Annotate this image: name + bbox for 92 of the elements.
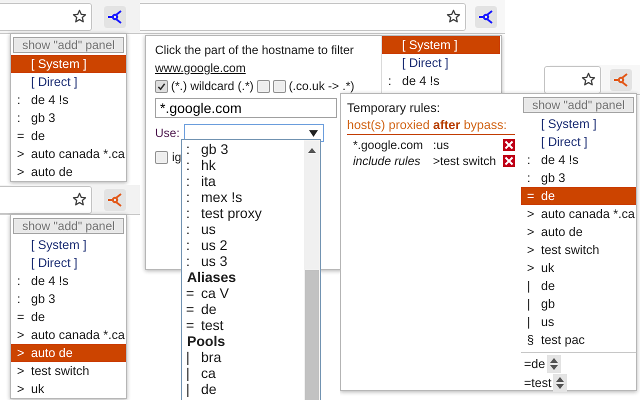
- dropdown-option[interactable]: = de: [182, 301, 304, 317]
- dropdown-option[interactable]: = test: [182, 317, 304, 333]
- alias-label: =test: [524, 376, 552, 390]
- dropdown-option[interactable]: : gb 3: [182, 141, 304, 157]
- spin-button[interactable]: [553, 374, 568, 392]
- menu-item[interactable]: | gb: [521, 295, 636, 313]
- scrollbar[interactable]: [304, 140, 320, 400]
- extension-button[interactable]: [610, 68, 632, 90]
- menu-item[interactable]: > uk: [521, 259, 636, 277]
- address-bar[interactable]: [544, 66, 601, 94]
- use-label: Use:: [155, 126, 180, 140]
- dropdown-option[interactable]: : mex !s: [182, 189, 304, 205]
- dropdown-option[interactable]: : hk: [182, 157, 304, 173]
- hostname-link[interactable]: www.google.com: [155, 61, 246, 75]
- menu-item[interactable]: | de: [521, 277, 636, 295]
- checkbox-label: (*.) wildcard (.*): [171, 79, 254, 93]
- menu-item[interactable]: [ System ]: [521, 115, 636, 133]
- menu-item[interactable]: > auto de: [521, 223, 636, 241]
- add-panel-button[interactable]: show "add" panel: [13, 37, 124, 53]
- checkbox[interactable]: [272, 80, 286, 92]
- checkbox[interactable]: [155, 150, 168, 164]
- rules-title: Temporary rules:: [347, 100, 442, 117]
- menu-item[interactable]: > test switch: [11, 362, 126, 380]
- menu-item[interactable]: > auto de: [11, 163, 126, 181]
- dropdown-option[interactable]: : ita: [182, 173, 304, 189]
- extension-button[interactable]: [104, 6, 126, 28]
- rule-proxy: >test switch: [433, 154, 498, 168]
- menu-item[interactable]: : de 4 !s: [521, 151, 636, 169]
- menu-item[interactable]: [ Direct ]: [11, 73, 126, 91]
- dropdown-option[interactable]: : us: [182, 221, 304, 237]
- scroll-up-icon: [308, 148, 316, 153]
- menu-item[interactable]: = de: [521, 187, 636, 205]
- menu-item[interactable]: > test switch: [521, 241, 636, 259]
- option-group-label: Aliases: [186, 269, 238, 285]
- rule-proxy: :us: [433, 138, 450, 152]
- star-icon[interactable]: [72, 192, 87, 207]
- menu-item[interactable]: : gb 3: [11, 290, 126, 308]
- star-icon[interactable]: [581, 72, 596, 87]
- menu-item[interactable]: : de 4 !s: [11, 272, 126, 290]
- dropdown-option[interactable]: : test proxy: [182, 205, 304, 221]
- menu-item[interactable]: [ System ]: [11, 236, 126, 254]
- pattern-field[interactable]: *.google.com: [155, 98, 337, 118]
- scrollbar-thumb[interactable]: [305, 270, 319, 400]
- rules-subtitle: host(s) proxied after bypass:: [347, 117, 515, 135]
- check-icon: [157, 82, 166, 90]
- dropdown-option[interactable]: : us 2: [182, 237, 304, 253]
- dropdown-option[interactable]: | de: [182, 381, 304, 397]
- menu-item[interactable]: : de 4 !s: [382, 72, 500, 90]
- branch-icon: [478, 8, 494, 24]
- menu-item[interactable]: : gb 3: [521, 169, 636, 187]
- alias-label: =de: [524, 356, 546, 370]
- add-panel-button[interactable]: show "add" panel: [523, 97, 634, 113]
- menu-item[interactable]: [ Direct ]: [382, 54, 500, 72]
- dropdown-option[interactable]: : us 3: [182, 253, 304, 269]
- menu-item[interactable]: = de: [11, 308, 126, 326]
- menu-item[interactable]: [ Direct ]: [11, 254, 126, 272]
- dropdown-option[interactable]: | ca: [182, 365, 304, 381]
- menu-item[interactable]: > auto de: [11, 344, 126, 362]
- delete-icon[interactable]: [503, 155, 515, 167]
- rule-host: include rules: [352, 154, 422, 168]
- instruction-text: Click the part of the hostname to filter: [155, 42, 355, 59]
- delete-icon[interactable]: [503, 139, 515, 151]
- menu-item[interactable]: § test pac: [521, 331, 636, 349]
- menu-item[interactable]: > uk: [11, 380, 126, 398]
- menu-item[interactable]: [ System ]: [382, 36, 500, 54]
- dropdown-option[interactable]: | bra: [182, 349, 304, 365]
- menu-item[interactable]: = de: [11, 127, 126, 145]
- checkbox[interactable]: [256, 80, 270, 92]
- dropdown-option[interactable]: = ca V: [182, 285, 304, 301]
- menu-item[interactable]: : de 4 !s: [11, 91, 126, 109]
- star-icon[interactable]: [446, 9, 461, 24]
- menu-item[interactable]: > auto canada *.ca: [11, 145, 126, 163]
- branch-icon: [613, 72, 629, 88]
- spin-button[interactable]: [547, 354, 562, 372]
- option-group-label: Pools: [186, 333, 226, 349]
- menu-item[interactable]: > auto canada *.ca: [11, 326, 126, 344]
- checkbox[interactable]: [155, 80, 168, 92]
- branch-icon: [107, 8, 123, 24]
- extension-button[interactable]: [104, 188, 126, 210]
- menu-item[interactable]: [ Direct ]: [521, 133, 636, 151]
- menu-item[interactable]: : gb 3: [11, 109, 126, 127]
- menu-item[interactable]: | us: [521, 313, 636, 331]
- extension-button[interactable]: [475, 6, 497, 28]
- menu-item[interactable]: > auto canada *.ca: [521, 205, 636, 223]
- add-panel-button[interactable]: show "add" panel: [13, 218, 124, 234]
- checkbox-label: ig: [172, 150, 182, 164]
- caret-icon: [308, 130, 318, 136]
- star-icon[interactable]: [72, 9, 87, 24]
- menu-item[interactable]: [ System ]: [11, 55, 126, 73]
- checkbox-label: (.co.uk -> .*): [288, 79, 354, 93]
- rule-host: *.google.com: [352, 138, 424, 152]
- branch-icon: [107, 192, 123, 208]
